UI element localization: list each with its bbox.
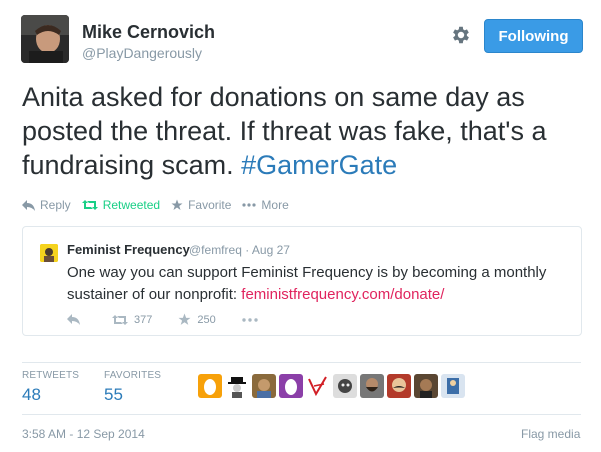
reply-action[interactable]: Reply [22, 198, 71, 212]
quoted-text: One way you can support Feminist Frequen… [67, 262, 567, 306]
tweet-actions: Reply Retweeted Favorite More [22, 198, 300, 212]
favoriter-avatars [198, 374, 468, 398]
reply-label: Reply [40, 198, 71, 212]
hashtag-link[interactable]: #GamerGate [241, 150, 397, 180]
following-button[interactable]: Following [484, 19, 583, 53]
more-action[interactable]: More [242, 198, 289, 212]
quoted-actions: 377 250 [67, 313, 290, 326]
retweeted-label: Retweeted [102, 198, 161, 212]
reply-icon [22, 199, 35, 211]
author-handle[interactable]: @PlayDangerously [82, 45, 202, 61]
egg-purple-avatar[interactable] [279, 374, 303, 398]
favorites-label: FAVORITES [104, 370, 162, 381]
tweet-timestamp[interactable]: 3:58 AM - 12 Sep 2014 [22, 427, 145, 441]
egg-orange-avatar[interactable] [198, 374, 222, 398]
meta-separator: · [241, 243, 252, 257]
retweet-icon [81, 200, 98, 210]
quoted-favorite-action[interactable]: 250 [178, 313, 216, 326]
retweets-label: RETWEETS [22, 370, 80, 381]
author-name[interactable]: Mike Cernovich [82, 22, 215, 43]
favorites-stat[interactable]: FAVORITES 55 [104, 370, 161, 405]
stats-divider-top [22, 362, 581, 363]
reply-icon [67, 314, 80, 325]
more-dots-icon [242, 317, 258, 322]
more-dots-icon [242, 203, 257, 207]
retweets-stat[interactable]: RETWEETS 48 [22, 370, 79, 405]
quoted-retweet-count: 377 [134, 313, 153, 326]
portrait-avatar[interactable] [252, 374, 276, 398]
quoted-handle[interactable]: @femfreq [189, 243, 242, 257]
more-label: More [261, 198, 289, 212]
red-v-logo-avatar[interactable] [306, 374, 330, 398]
flag-media-link[interactable]: Flag media [521, 427, 580, 441]
donate-link[interactable]: feministfrequency.com/donate/ [241, 286, 444, 303]
retweets-count: 48 [22, 385, 41, 404]
quoted-author-name[interactable]: Feminist Frequency [67, 242, 190, 257]
quoted-more-action[interactable] [242, 317, 264, 322]
quoted-retweet-action[interactable]: 377 [112, 314, 152, 326]
tweet-text: Anita asked for donations on same day as… [22, 80, 587, 182]
mustache-avatar[interactable] [387, 374, 411, 398]
bearded-man-avatar[interactable] [360, 374, 384, 398]
author-avatar[interactable] [21, 15, 69, 63]
quoted-tweet-card[interactable]: Feminist Frequency @femfreq · Aug 27 One… [22, 226, 582, 336]
quoted-meta: @femfreq · Aug 27 [189, 243, 290, 257]
spy-figure-avatar[interactable] [225, 374, 249, 398]
favorite-action[interactable]: Favorite [171, 198, 231, 212]
gear-icon[interactable] [450, 24, 472, 46]
favorites-count: 55 [104, 385, 123, 404]
star-icon [171, 199, 183, 210]
quoted-date[interactable]: Aug 27 [252, 243, 290, 257]
quoted-reply-action[interactable] [67, 314, 86, 325]
retweeted-action[interactable]: Retweeted [81, 198, 161, 212]
star-icon [178, 313, 191, 325]
brown-face-avatar[interactable] [414, 374, 438, 398]
favorite-label: Favorite [188, 198, 232, 212]
quoted-favorite-count: 250 [197, 313, 216, 326]
bw-face-avatar[interactable] [333, 374, 357, 398]
stats-divider-bottom [22, 414, 581, 415]
quoted-author-avatar[interactable] [40, 244, 58, 262]
retweet-icon [112, 314, 128, 325]
blue-figure-avatar[interactable] [441, 374, 465, 398]
